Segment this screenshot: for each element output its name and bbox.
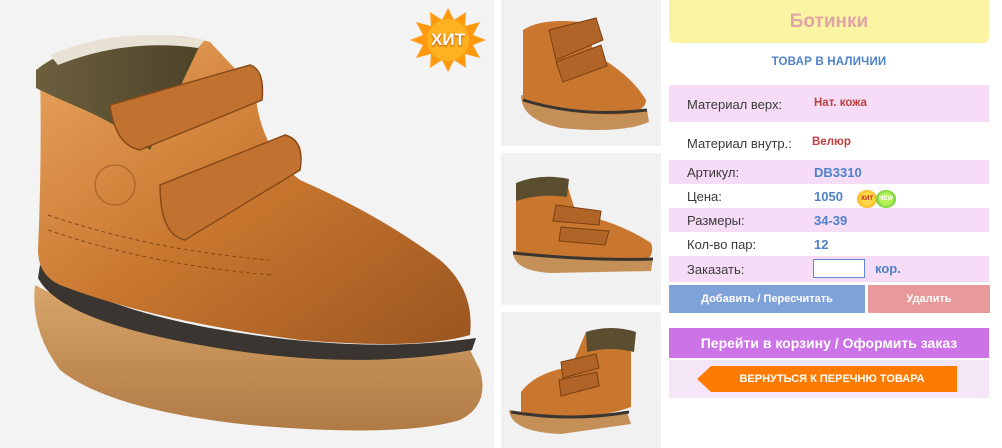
main-product-image[interactable]: ХИТ (0, 0, 494, 448)
spec-label: Размеры: (687, 213, 745, 228)
thumbnail-image-side (501, 153, 661, 305)
spec-row-pairs: Кол-во пар: 12 (669, 232, 989, 256)
back-to-list-label: ВЕРНУТЬСЯ К ПЕРЕЧНЮ ТОВАРА (739, 373, 925, 385)
thumbnail-3[interactable] (501, 312, 661, 448)
product-info-panel: Ботинки ТОВАР В НАЛИЧИИ Материал верх: Н… (669, 0, 990, 448)
new-icon: NEW (876, 190, 896, 208)
spec-value: 12 (814, 237, 829, 252)
hit-icon: ХИТ (857, 190, 877, 208)
spec-row-price: Цена: 1050 ХИТ NEW (669, 184, 989, 208)
spec-value: Велюр (812, 136, 851, 148)
spec-label: Материал внутр.: (687, 136, 792, 151)
spec-label: Кол-во пар: (687, 237, 757, 252)
spec-value: Нат. кожа (814, 97, 867, 109)
spec-label: Артикул: (687, 165, 740, 180)
order-unit: кор. (875, 261, 901, 276)
spec-value: DB3310 (814, 165, 862, 180)
spec-row-sizes: Размеры: 34-39 (669, 208, 989, 232)
spec-row-order: Заказать: кор. (669, 256, 989, 282)
product-title: Ботинки (669, 0, 989, 43)
spec-value: 34-39 (814, 213, 848, 228)
back-link-container: ВЕРНУТЬСЯ К ПЕРЕЧНЮ ТОВАРА (669, 360, 989, 398)
go-to-cart-button[interactable]: Перейти в корзину / Оформить заказ (669, 328, 989, 358)
hit-badge-label: ХИТ (431, 30, 465, 49)
back-to-list-button[interactable]: ВЕРНУТЬСЯ К ПЕРЕЧНЮ ТОВАРА (697, 366, 957, 392)
spec-label: Цена: (687, 189, 722, 204)
spec-row-material-inner: Материал внутр.: Велюр (669, 126, 989, 160)
spec-label: Материал верх: (687, 97, 783, 112)
thumbnail-image-front (501, 0, 661, 146)
order-label: Заказать: (687, 262, 745, 277)
stock-status: ТОВАР В НАЛИЧИИ (771, 56, 887, 68)
order-quantity-input[interactable] (813, 259, 865, 278)
delete-button[interactable]: Удалить (868, 285, 990, 313)
thumbnail-2[interactable] (501, 153, 661, 305)
hit-badge: ХИТ (410, 8, 486, 72)
price-value: 1050 (814, 189, 843, 204)
thumbnail-1[interactable] (501, 0, 661, 146)
product-page: ХИТ Ботинки ТОВАР В НАЛИЧИИ Материал вер… (0, 0, 1002, 448)
thumbnail-image-angle (501, 312, 661, 448)
spec-row-article: Артикул: DB3310 (669, 160, 989, 184)
spec-row-material-upper: Материал верх: Нат. кожа (669, 85, 989, 122)
add-recalculate-button[interactable]: Добавить / Пересчитать (669, 285, 865, 313)
